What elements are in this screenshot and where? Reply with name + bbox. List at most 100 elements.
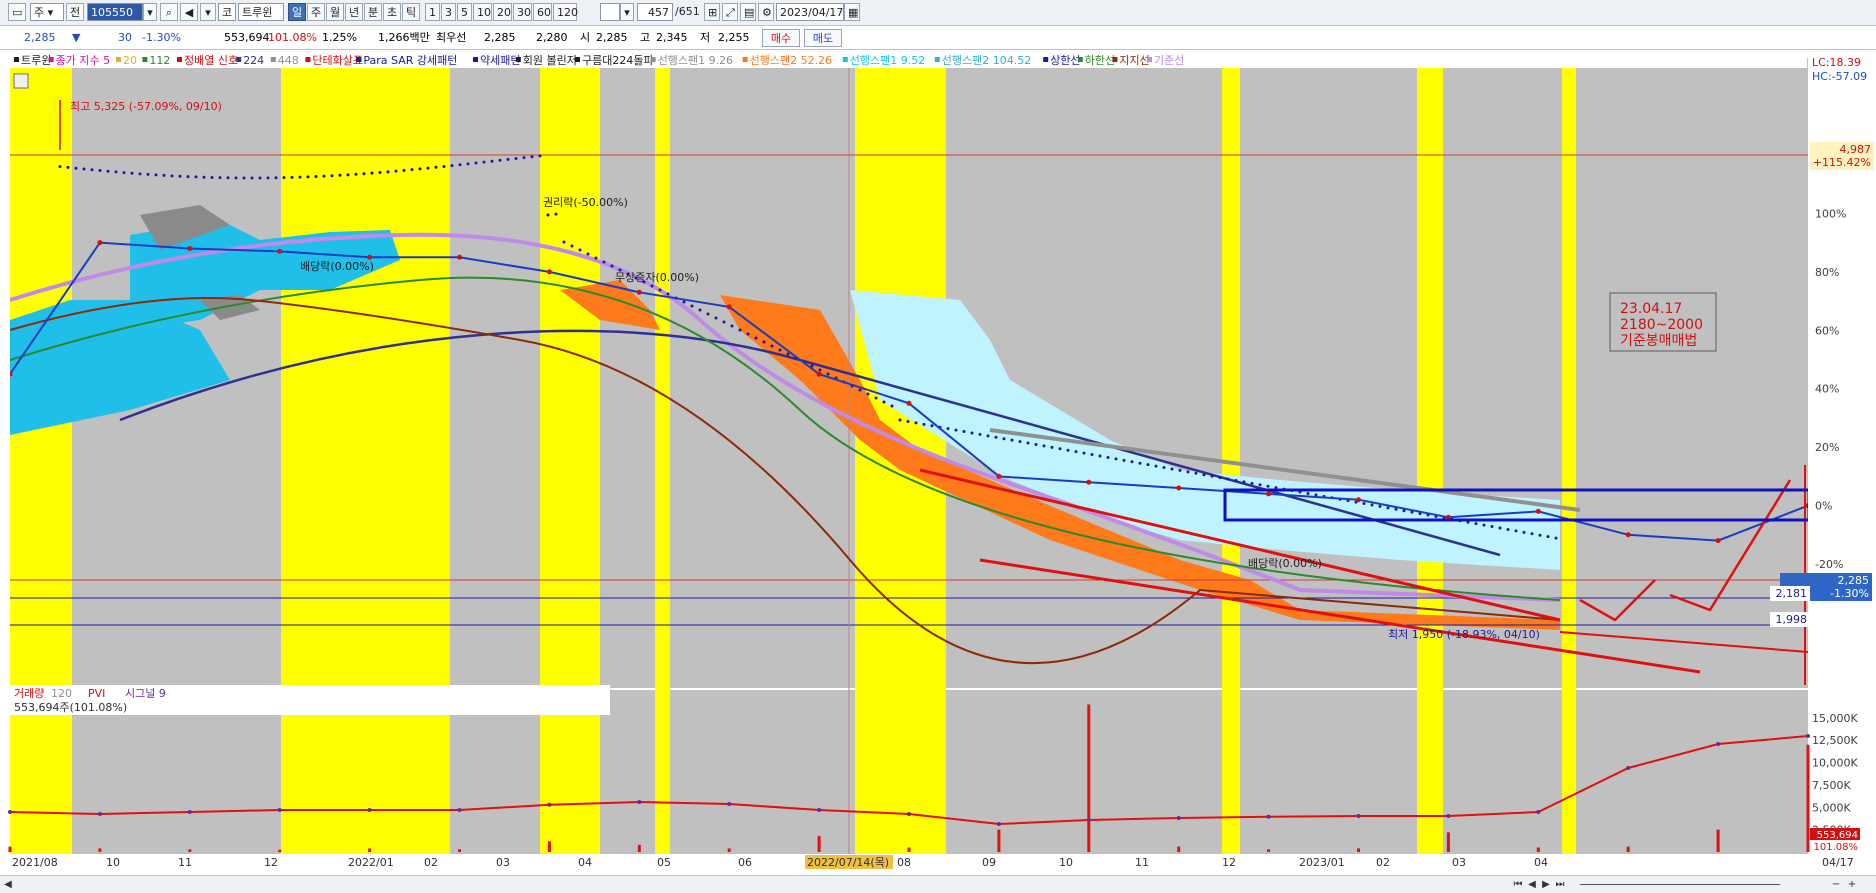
vol-y-tick-label: 7,500K <box>1812 779 1851 792</box>
scroll-left-icon[interactable]: ◀ <box>2 878 14 891</box>
sar-dot <box>1474 522 1478 526</box>
sar-dot <box>1538 533 1542 537</box>
gear-icon[interactable]: ⚙ <box>758 3 774 21</box>
period-tab[interactable]: 초 <box>383 3 401 21</box>
prev-button[interactable]: 전 <box>66 3 84 21</box>
volume-subtitle: 553,694주(101.08%) <box>14 701 127 714</box>
sar-dot <box>930 424 934 428</box>
sar-dot <box>1362 502 1366 506</box>
scroll-end-right-icon[interactable]: ⏭ <box>1554 878 1566 891</box>
sar-dot <box>322 174 326 178</box>
sar-dot <box>554 212 558 216</box>
sar-dot <box>762 340 766 344</box>
legend-item: 약세패턴 <box>480 53 520 67</box>
period-type-select[interactable]: 주 ▾ <box>30 3 64 21</box>
x-tick-label: 2021/08 <box>12 856 58 869</box>
note-line: 2180~2000 <box>1620 317 1703 333</box>
zoom-in-icon[interactable]: + <box>1846 878 1858 891</box>
sar-dot <box>186 175 190 179</box>
sar-dot <box>986 434 990 438</box>
period-tab[interactable]: 월 <box>326 3 344 21</box>
sar-dot <box>962 430 966 434</box>
y-tick-label: -20% <box>1815 558 1843 571</box>
sar-dot <box>658 288 662 292</box>
chevron-down-icon[interactable]: ▾ <box>200 3 216 21</box>
sar-dot <box>306 175 310 179</box>
stock-name-field[interactable]: 트루윈 <box>238 3 284 21</box>
legend-item: 선행스팬2 52.26 <box>750 54 832 67</box>
interval-button[interactable]: 20 <box>493 3 512 21</box>
window-menu-icon[interactable]: ▭ <box>8 3 26 21</box>
sar-dot <box>546 213 550 217</box>
sar-dot <box>1058 447 1062 451</box>
sar-dot <box>138 172 142 176</box>
highlight-band <box>10 58 72 854</box>
price-point <box>97 240 103 246</box>
calendar-icon[interactable]: ▦ <box>844 3 860 21</box>
search-icon[interactable]: ⌕ <box>160 3 178 21</box>
buy-button[interactable]: 매수 <box>762 29 800 47</box>
sar-dot <box>1122 458 1126 462</box>
period-tab[interactable]: 분 <box>364 3 382 21</box>
scroll-step-right-icon[interactable]: ▶ <box>1540 878 1552 891</box>
stock-code-input[interactable]: 105550 <box>87 3 143 21</box>
x-tick-label: 11 <box>1135 856 1149 869</box>
legend-item: 기준선 <box>1154 54 1184 67</box>
sar-dot <box>738 328 742 332</box>
sar-dot <box>1506 527 1510 531</box>
date-input[interactable]: 2023/04/17 <box>776 3 844 21</box>
volume-bar <box>1536 847 1540 852</box>
horizontal-scrollbar[interactable]: ◀ ⏮ ◀ ▶ ⏭ − + <box>0 875 1876 893</box>
scroll-step-left-icon[interactable]: ◀ <box>1526 878 1538 891</box>
pvi-point <box>277 808 282 812</box>
x-tick-label: 04 <box>1534 856 1548 869</box>
legend-item: 224 <box>243 54 264 67</box>
interval-button[interactable]: 30 <box>513 3 532 21</box>
price-point <box>457 254 462 260</box>
code-dropdown-icon[interactable]: ▾ <box>143 3 157 21</box>
interval-button[interactable]: 3 <box>441 3 456 21</box>
period-tab[interactable]: 주 <box>307 3 325 21</box>
sar-dot <box>922 422 926 426</box>
period-tab[interactable]: 년 <box>345 3 363 21</box>
x-tick-label: 10 <box>106 856 120 869</box>
sar-dot <box>1178 468 1182 472</box>
sar-dot <box>954 428 958 432</box>
sar-dot <box>970 431 974 435</box>
sar-dot <box>1162 466 1166 470</box>
zoom-slider[interactable] <box>1580 884 1780 886</box>
save-icon[interactable]: ▤ <box>740 3 756 21</box>
volume-bar <box>1177 846 1181 852</box>
sar-dot <box>522 156 526 160</box>
interval-button[interactable]: 10 <box>473 3 492 21</box>
stock-chart[interactable]: 최고 5,325 (-57.09%, 09/10) 권리락(-50.00%) 배당락… <box>0 50 1876 875</box>
sar-dot <box>1370 503 1374 507</box>
interval-button[interactable]: 1 <box>425 3 440 21</box>
sar-dot <box>434 165 438 169</box>
zoom-out-icon[interactable]: − <box>1830 878 1842 891</box>
sell-button[interactable]: 매도 <box>804 29 842 47</box>
period-tab[interactable]: 일 <box>288 3 306 21</box>
scroll-end-left-icon[interactable]: ⏮ <box>1512 878 1524 891</box>
sar-dot <box>394 169 398 173</box>
speaker-icon[interactable]: ◀ <box>180 3 198 21</box>
sar-dot <box>1258 483 1262 487</box>
sar-dot <box>426 166 430 170</box>
interval-button[interactable]: 5 <box>457 3 472 21</box>
sar-dot <box>1194 471 1198 475</box>
interval-dropdown-icon[interactable]: ▾ <box>620 3 634 21</box>
legend-item: 선행스팬2 104.52 <box>942 54 1031 67</box>
pvi-point <box>457 808 462 812</box>
interval-button[interactable]: 120 <box>553 3 578 21</box>
bar-count-input[interactable]: 457 <box>637 3 673 21</box>
crosshair-icon[interactable]: ⤢ <box>722 3 738 21</box>
legend-swatch <box>1147 57 1152 62</box>
period-tab[interactable]: 틱 <box>402 3 420 21</box>
sar-dot <box>482 160 486 164</box>
interval-input[interactable] <box>600 3 620 21</box>
sar-dot <box>82 167 86 171</box>
x-tick-label: 03 <box>1452 856 1466 869</box>
x-tick-label: 2022/01 <box>348 856 394 869</box>
zoom-icon[interactable]: ⊞ <box>704 3 720 21</box>
interval-button[interactable]: 60 <box>533 3 552 21</box>
